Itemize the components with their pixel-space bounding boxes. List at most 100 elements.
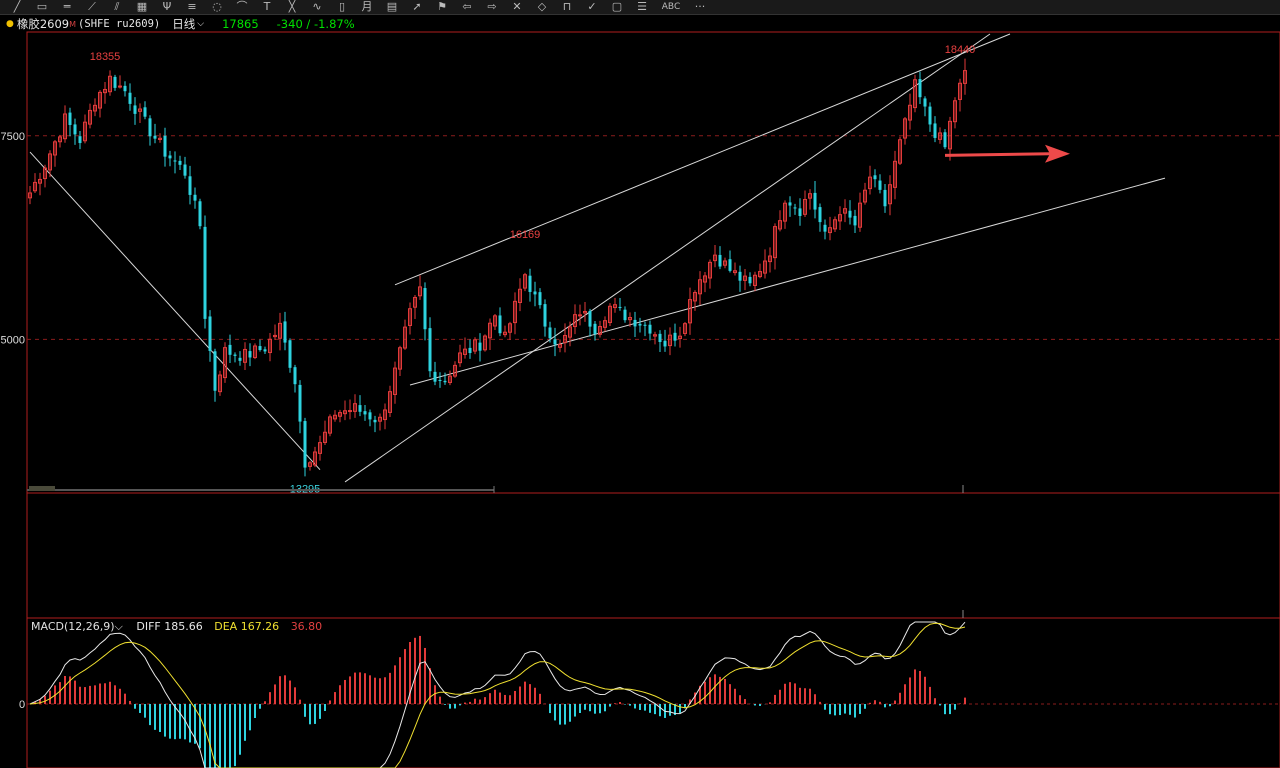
candle-body [423,288,427,330]
candle-body [198,201,202,227]
candle-body [943,132,947,148]
candle-body [263,349,267,352]
candle-body [233,354,237,356]
macd-zero-label: 0 [19,699,25,711]
candle-body [933,123,937,138]
red-arrow-drawing[interactable] [944,144,1070,163]
macd-legend: MACD(12,26,9)⌵ DIFF 185.66 DEA 167.26 36… [31,620,322,634]
candle-body [748,276,752,284]
candle-body [78,136,82,144]
candle-body [148,118,152,137]
candle-body [208,316,212,351]
candle-body [433,371,437,382]
price-grid [27,135,1280,340]
candle-body [588,310,592,327]
candle-body [293,367,297,385]
candle-body [478,342,482,351]
candle-body [533,291,537,295]
candle-body [923,98,927,107]
candle-body [673,332,677,341]
macd-indicator-name[interactable]: MACD(12,26,9) [31,620,115,633]
candle-body [373,419,377,423]
candle-body [348,410,352,413]
candle-body [788,202,792,206]
candle-body [238,357,242,361]
price-tick-label: 15000 [0,334,25,346]
macd-diff-line [29,621,966,768]
candle-body [363,411,367,415]
candle-body [718,254,722,267]
candle-body [163,135,167,157]
candle-body [738,271,742,281]
extreme-price-label: 18440 [945,44,976,56]
trendline [29,151,321,471]
candle-body [853,215,857,226]
candle-body [728,259,732,271]
arrow-shaft [944,152,1051,157]
macd-diff-value: DIFF 185.66 [136,620,203,633]
candle-body [128,92,132,104]
candles [28,58,967,477]
candle-body [918,79,922,98]
price-tick-label: 17500 [0,131,25,143]
candle-body [538,292,542,306]
candle-body [928,106,932,125]
candle-body [818,207,822,223]
candle-body [638,323,642,326]
candle-body [798,208,802,216]
candle-body [228,344,232,355]
price-annotations: 18355161691329518440 [90,44,976,495]
candle-body [618,306,622,308]
candle-body [298,384,302,422]
candle-body [528,275,532,292]
candle-body [188,176,192,195]
candle-body [73,124,77,135]
time-scrollbar[interactable] [27,486,495,493]
candle-body [468,347,472,354]
candle-body [368,412,372,420]
candle-body [358,405,362,412]
candle-body [428,328,432,372]
candle-body [543,304,547,327]
candle-body [663,340,667,347]
candle-body [203,226,207,319]
candle-body [133,105,137,114]
candle-body [873,175,877,180]
candle-body [553,339,557,345]
extreme-price-label: 16169 [510,229,541,241]
candle-body [823,224,827,232]
candle-body [283,321,287,343]
extreme-price-label: 18355 [90,51,121,63]
candle-body [118,85,122,88]
trendline [394,33,1011,286]
candle-body [648,324,652,334]
candle-body [143,107,147,117]
trendlines[interactable] [29,33,1166,483]
kline-chart[interactable]: 1750015000 18355161691329518440 0 [0,0,1280,768]
macd-histogram [34,635,966,768]
candle-body [258,346,262,351]
candle-body [443,380,447,383]
candle-body [153,135,157,139]
candle-body [793,207,797,209]
candle-body [303,421,307,468]
candle-body [113,76,117,88]
candle-body [813,192,817,210]
candle-body [548,327,552,339]
candle-body [633,319,637,327]
chevron-down-icon[interactable]: ⌵ [115,620,123,633]
candle-body [498,315,502,334]
candle-body [193,194,197,201]
candle-body [288,340,292,368]
candle-body [878,180,882,190]
candle-body [248,351,252,358]
trendline [344,33,991,483]
candle-body [68,112,72,125]
candle-body [213,351,217,391]
candle-body [658,333,662,343]
candle-body [623,309,627,321]
candle-body [643,324,647,326]
macd-value: 36.80 [290,620,323,633]
macd-dea-value: DEA 167.26 [214,620,280,633]
candle-body [123,85,127,92]
